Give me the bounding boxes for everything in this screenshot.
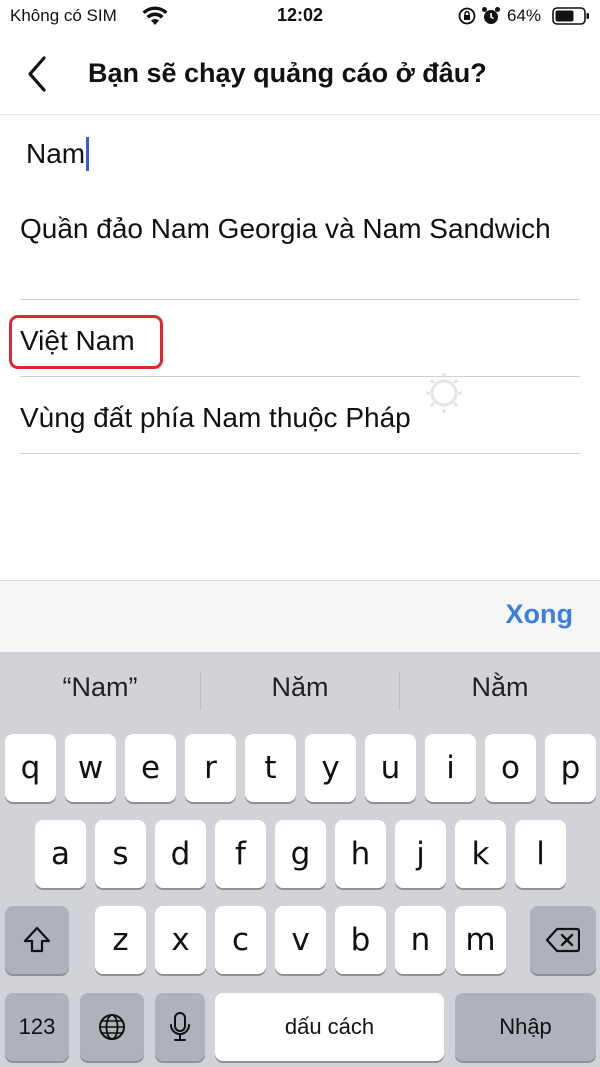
key-i[interactable]: i bbox=[425, 734, 476, 802]
text-cursor bbox=[86, 137, 90, 171]
search-input-value: Nam bbox=[26, 138, 86, 169]
list-item-label: Quần đảo Nam Georgia và Nam Sandwich bbox=[20, 213, 551, 244]
key-z[interactable]: z bbox=[95, 906, 146, 974]
key-w[interactable]: w bbox=[65, 734, 116, 802]
key-u[interactable]: u bbox=[365, 734, 416, 802]
list-item-label: Vùng đất phía Nam thuộc Pháp bbox=[20, 402, 411, 433]
key-h[interactable]: h bbox=[335, 820, 386, 888]
list-item[interactable]: Quần đảo Nam Georgia và Nam Sandwich bbox=[20, 190, 580, 300]
done-button[interactable]: Xong bbox=[506, 599, 574, 630]
keyboard-accessory-bar: Xong bbox=[0, 580, 600, 653]
nav-header: Bạn sẽ chạy quảng cáo ở đâu? bbox=[0, 36, 600, 115]
status-bar: Không có SIM 12:02 64% bbox=[0, 0, 600, 34]
key-r[interactable]: r bbox=[185, 734, 236, 802]
suggestion-3[interactable]: Nằm bbox=[400, 672, 600, 703]
key-t[interactable]: t bbox=[245, 734, 296, 802]
return-key[interactable]: Nhập bbox=[455, 993, 596, 1061]
key-b[interactable]: b bbox=[335, 906, 386, 974]
globe-icon bbox=[99, 1014, 125, 1040]
orientation-lock-icon bbox=[458, 7, 476, 25]
key-l[interactable]: l bbox=[515, 820, 566, 888]
key-c[interactable]: c bbox=[215, 906, 266, 974]
numbers-key[interactable]: 123 bbox=[5, 993, 69, 1061]
key-n[interactable]: n bbox=[395, 906, 446, 974]
microphone-icon bbox=[170, 1012, 190, 1041]
key-k[interactable]: k bbox=[455, 820, 506, 888]
page-title: Bạn sẽ chạy quảng cáo ở đâu? bbox=[88, 58, 487, 88]
watermark-logo bbox=[422, 355, 587, 435]
globe-key[interactable] bbox=[80, 993, 144, 1061]
key-o[interactable]: o bbox=[485, 734, 536, 802]
keyboard: “Nam” Năm Nằm q w e r t y u i o p a s d … bbox=[0, 652, 600, 1067]
back-chevron-icon[interactable] bbox=[22, 54, 56, 94]
suggestion-1[interactable]: “Nam” bbox=[0, 672, 200, 703]
key-j[interactable]: j bbox=[395, 820, 446, 888]
watermark-sun-icon bbox=[426, 373, 462, 413]
space-key[interactable]: dấu cách bbox=[215, 993, 444, 1061]
key-d[interactable]: d bbox=[155, 820, 206, 888]
key-x[interactable]: x bbox=[155, 906, 206, 974]
key-p[interactable]: p bbox=[545, 734, 596, 802]
backspace-icon bbox=[546, 927, 580, 953]
key-f[interactable]: f bbox=[215, 820, 266, 888]
battery-percentage: 64% bbox=[507, 6, 542, 25]
shift-arrow-icon bbox=[23, 926, 51, 953]
shift-key[interactable] bbox=[5, 906, 69, 974]
backspace-key[interactable] bbox=[530, 906, 596, 974]
key-e[interactable]: e bbox=[125, 734, 176, 802]
alarm-icon bbox=[482, 7, 500, 24]
dictation-key[interactable] bbox=[155, 993, 205, 1061]
key-g[interactable]: g bbox=[275, 820, 326, 888]
battery-icon bbox=[552, 7, 589, 25]
key-m[interactable]: m bbox=[455, 906, 506, 974]
search-input[interactable]: Nam bbox=[26, 134, 90, 174]
selection-highlight bbox=[9, 315, 163, 369]
key-s[interactable]: s bbox=[95, 820, 146, 888]
key-a[interactable]: a bbox=[35, 820, 86, 888]
key-v[interactable]: v bbox=[275, 906, 326, 974]
suggestion-2[interactable]: Năm bbox=[200, 672, 400, 703]
suggestion-bar: “Nam” Năm Nằm bbox=[0, 652, 600, 730]
key-y[interactable]: y bbox=[305, 734, 356, 802]
key-q[interactable]: q bbox=[5, 734, 56, 802]
